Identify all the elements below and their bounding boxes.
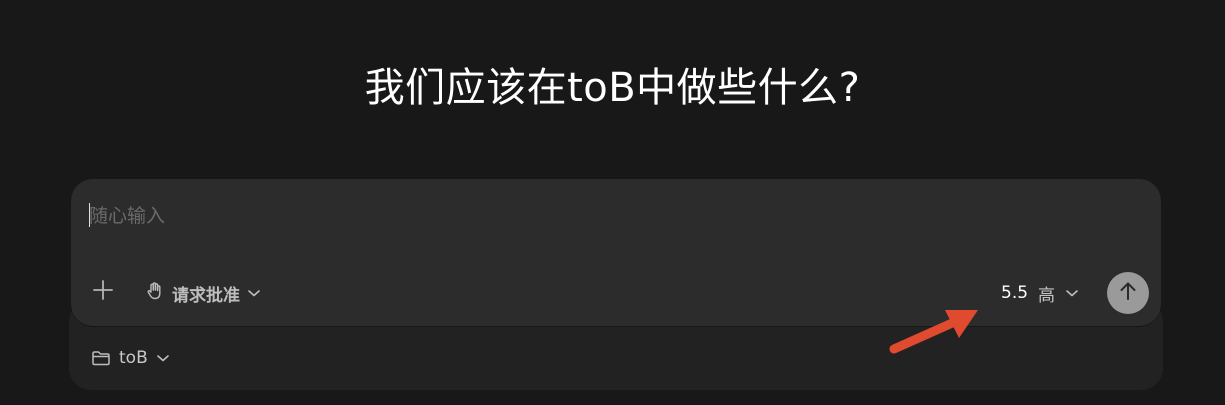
- folder-label: toB: [119, 348, 148, 368]
- annotation-arrow: [889, 310, 978, 354]
- model-version: 5.5: [1001, 283, 1029, 303]
- chevron-down-icon: [156, 353, 170, 363]
- chevron-down-icon: [247, 283, 261, 303]
- model-effort: 高: [1038, 285, 1056, 306]
- model-selector[interactable]: 5.5 高: [1001, 280, 1079, 306]
- folder-selector[interactable]: toB: [91, 345, 170, 371]
- approval-mode-dropdown[interactable]: 请求批准: [145, 280, 261, 306]
- hand-icon: [145, 281, 165, 306]
- approval-mode-label: 请求批准: [172, 285, 240, 306]
- text-caret: [89, 203, 90, 227]
- page: 我们应该在toB中做些什么? toB 随心输入 请求批准 5.5 高: [0, 0, 1225, 405]
- arrow-up-icon: [1117, 280, 1139, 306]
- chevron-down-icon: [1065, 283, 1079, 303]
- send-button[interactable]: [1107, 272, 1149, 314]
- prompt-input[interactable]: [89, 201, 1089, 231]
- folder-icon: [91, 349, 111, 367]
- plus-icon: [92, 279, 114, 305]
- add-button[interactable]: [91, 280, 115, 304]
- page-title: 我们应该在toB中做些什么?: [364, 65, 861, 111]
- composer: 请求批准 5.5 高: [71, 179, 1161, 326]
